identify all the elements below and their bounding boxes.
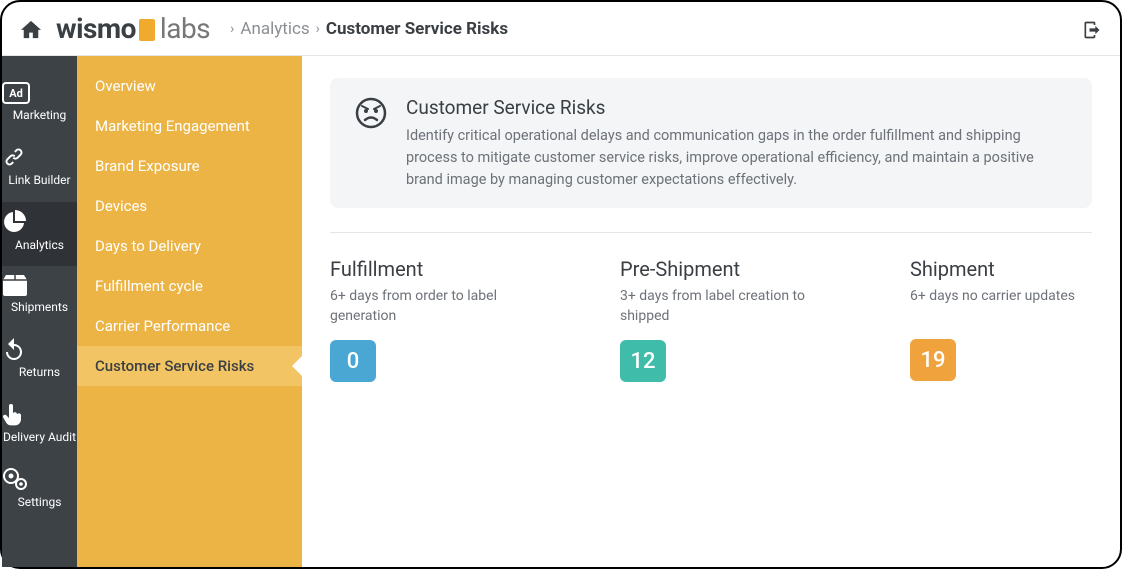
subnav-item-marketing-engagement[interactable]: Marketing Engagement xyxy=(77,106,302,146)
page-banner: Customer Service Risks Identify critical… xyxy=(330,78,1092,208)
undo-icon xyxy=(2,337,77,361)
angry-face-icon xyxy=(354,96,388,190)
rail-item-settings[interactable]: Settings xyxy=(2,459,77,524)
main-content: Customer Service Risks Identify critical… xyxy=(302,56,1120,567)
subnav-item-overview[interactable]: Overview xyxy=(77,66,302,106)
metric-value-badge[interactable]: 19 xyxy=(910,339,956,381)
link-icon xyxy=(2,145,77,169)
breadcrumb-section[interactable]: Analytics xyxy=(240,19,309,39)
metric-value-badge[interactable]: 0 xyxy=(330,340,376,382)
analytics-subnav: Overview Marketing Engagement Brand Expo… xyxy=(77,56,302,567)
metric-shipment: Shipment 6+ days no carrier updates 19 xyxy=(910,257,1120,382)
gears-icon xyxy=(2,467,77,491)
subnav-item-devices[interactable]: Devices xyxy=(77,186,302,226)
metric-title: Pre-Shipment xyxy=(620,257,850,281)
chevron-right-icon: › xyxy=(230,21,234,37)
banner-title: Customer Service Risks xyxy=(406,96,1068,119)
logout-icon[interactable] xyxy=(1082,20,1102,40)
header: wismolabs › Analytics › Customer Service… xyxy=(2,2,1120,56)
metric-description: 6+ days from order to label generation xyxy=(330,287,560,326)
brand-logo[interactable]: wismolabs xyxy=(56,12,210,45)
metric-title: Shipment xyxy=(910,257,1120,281)
pie-chart-icon xyxy=(2,210,77,234)
home-icon[interactable] xyxy=(20,19,42,39)
subnav-item-brand-exposure[interactable]: Brand Exposure xyxy=(77,146,302,186)
subnav-item-fulfillment-cycle[interactable]: Fulfillment cycle xyxy=(77,266,302,306)
metric-title: Fulfillment xyxy=(330,257,560,281)
metric-pre-shipment: Pre-Shipment 3+ days from label creation… xyxy=(620,257,850,382)
metrics-row: Fulfillment 6+ days from order to label … xyxy=(330,257,1092,382)
hand-pointer-icon xyxy=(2,402,77,426)
svg-text:Ad: Ad xyxy=(9,87,23,100)
metric-description: 6+ days no carrier updates xyxy=(910,287,1120,325)
ad-icon: Ad xyxy=(2,82,77,104)
rail-item-marketing[interactable]: Ad Marketing xyxy=(2,74,77,137)
subnav-item-carrier-performance[interactable]: Carrier Performance xyxy=(77,306,302,346)
chevron-right-icon: › xyxy=(316,21,320,37)
metric-fulfillment: Fulfillment 6+ days from order to label … xyxy=(330,257,560,382)
box-icon xyxy=(2,274,77,296)
flask-icon xyxy=(139,19,155,41)
metric-value-badge[interactable]: 12 xyxy=(620,340,666,382)
subnav-item-customer-service-risks[interactable]: Customer Service Risks xyxy=(77,346,302,386)
primary-nav-rail: Ad Marketing Link Builder Analytics Ship… xyxy=(2,56,77,567)
divider xyxy=(330,232,1092,233)
metric-description: 3+ days from label creation to shipped xyxy=(620,287,850,326)
rail-item-analytics[interactable]: Analytics xyxy=(2,202,77,267)
rail-item-shipments[interactable]: Shipments xyxy=(2,266,77,329)
breadcrumb: › Analytics › Customer Service Risks xyxy=(224,19,508,39)
rail-item-returns[interactable]: Returns xyxy=(2,329,77,394)
breadcrumb-page: Customer Service Risks xyxy=(326,19,508,39)
rail-item-delivery-audit[interactable]: Delivery Audit xyxy=(2,394,77,459)
rail-item-link-builder[interactable]: Link Builder xyxy=(2,137,77,202)
banner-description: Identify critical operational delays and… xyxy=(406,125,1068,190)
subnav-item-days-to-delivery[interactable]: Days to Delivery xyxy=(77,226,302,266)
